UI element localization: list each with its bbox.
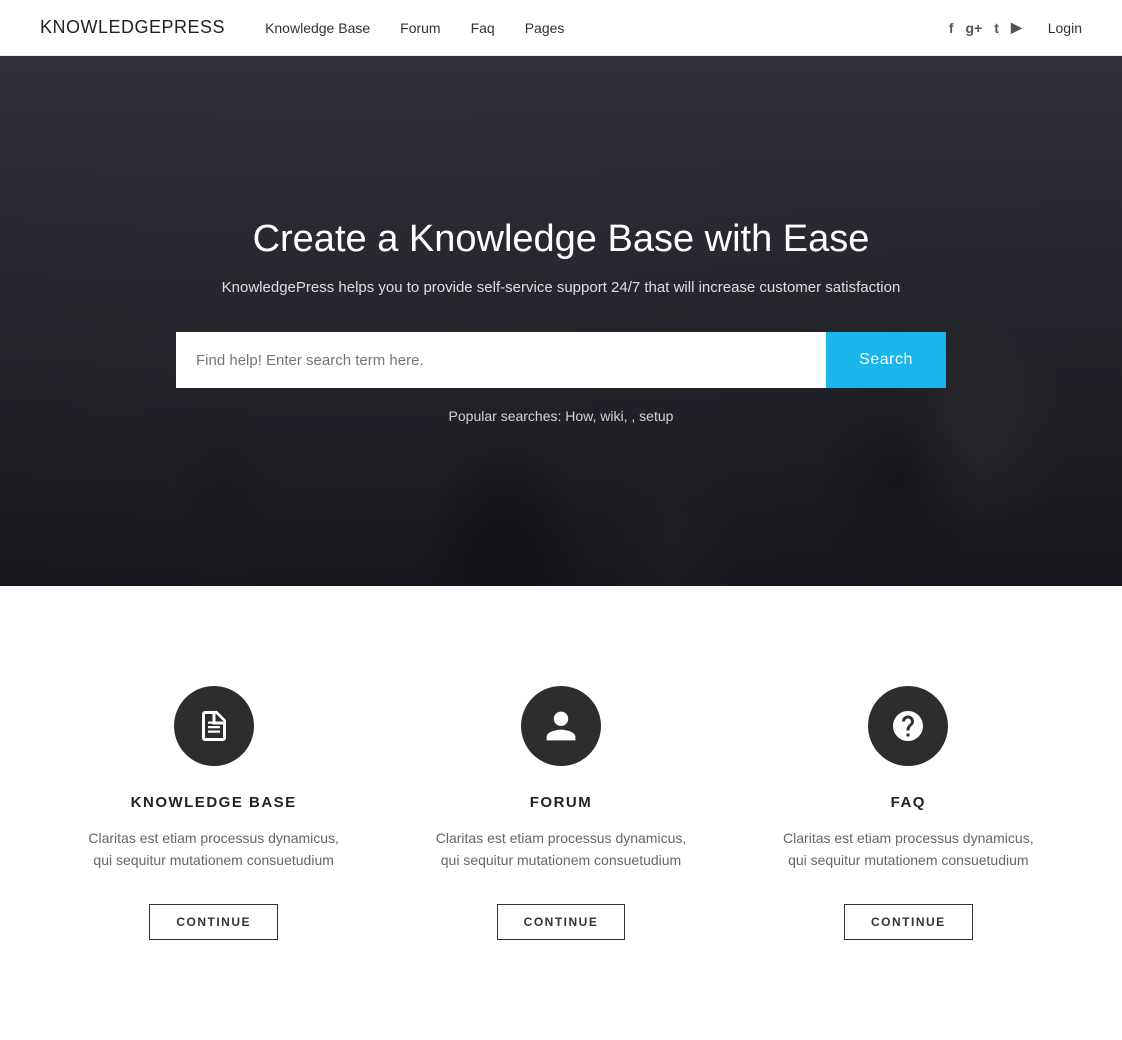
hero-section: Create a Knowledge Base with Ease Knowle… [0, 56, 1122, 586]
feature-desc-forum: Claritas est etiam processus dynamicus, … [427, 827, 694, 872]
brand-bold: KNOWLEDGE [40, 17, 162, 37]
person-icon-circle [521, 686, 601, 766]
login-link[interactable]: Login [1048, 20, 1082, 36]
facebook-icon[interactable]: f [949, 20, 954, 36]
search-input[interactable] [176, 332, 826, 388]
document-icon-circle [174, 686, 254, 766]
hero-title: Create a Knowledge Base with Ease [20, 218, 1102, 261]
feature-desc-faq: Claritas est etiam processus dynamicus, … [775, 827, 1042, 872]
nav-link-pages[interactable]: Pages [525, 20, 565, 36]
continue-button-forum[interactable]: CONTINUE [497, 904, 626, 940]
search-button[interactable]: Search [826, 332, 946, 388]
twitter-icon[interactable]: t [994, 20, 999, 36]
nav-links: Knowledge Base Forum Faq Pages [265, 20, 949, 36]
feature-title-faq: FAQ [891, 794, 926, 811]
brand-logo[interactable]: KNOWLEDGEPRESS [40, 17, 225, 38]
feature-title-forum: FORUM [530, 794, 593, 811]
nav-link-knowledge-base[interactable]: Knowledge Base [265, 20, 370, 36]
navbar: KNOWLEDGEPRESS Knowledge Base Forum Faq Pag… [0, 0, 1122, 56]
popular-searches: Popular searches: How, wiki, , setup [20, 408, 1102, 424]
navbar-right: f g+ t ▶ Login [949, 19, 1082, 36]
feature-desc-knowledge-base: Claritas est etiam processus dynamicus, … [80, 827, 347, 872]
social-icons: f g+ t ▶ [949, 19, 1022, 36]
search-bar: Search [176, 332, 946, 388]
google-plus-icon[interactable]: g+ [966, 20, 983, 36]
feature-title-knowledge-base: KNOWLEDGE BASE [131, 794, 297, 811]
features-section: KNOWLEDGE BASE Claritas est etiam proces… [0, 586, 1122, 1040]
continue-button-faq[interactable]: CONTINUE [844, 904, 973, 940]
hero-content: Create a Knowledge Base with Ease Knowle… [0, 218, 1122, 424]
hero-subtitle: KnowledgePress helps you to provide self… [20, 279, 1102, 296]
brand-light: PRESS [162, 17, 226, 37]
nav-link-faq[interactable]: Faq [471, 20, 495, 36]
nav-link-forum[interactable]: Forum [400, 20, 440, 36]
youtube-icon[interactable]: ▶ [1011, 19, 1022, 36]
question-icon-circle [868, 686, 948, 766]
continue-button-knowledge-base[interactable]: CONTINUE [149, 904, 278, 940]
